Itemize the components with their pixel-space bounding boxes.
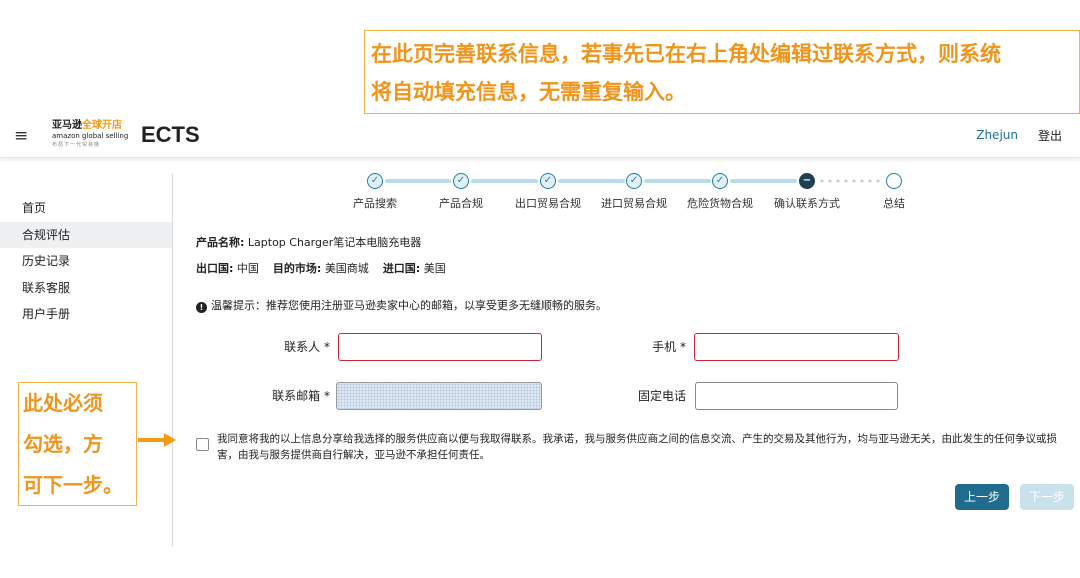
import-country-value: 美国 <box>423 262 446 275</box>
step-connector <box>730 179 797 183</box>
mobile-label: 手机 * <box>652 340 686 354</box>
step-label-export-compliance: 出口贸易合规 <box>515 197 581 210</box>
contact-name-label: 联系人 * <box>284 340 330 354</box>
annotation-left-line-2: 勾选，方 <box>23 432 103 456</box>
annotation-top: 在此页完善联系信息，若事先已在右上角处编辑过联系方式，则系统 将自动填充信息，无… <box>364 30 1080 114</box>
info-icon: ! <box>196 302 207 313</box>
step-label-product-search: 产品搜索 <box>353 197 397 210</box>
logo-brand-cn: 亚马逊 <box>52 120 82 131</box>
top-header: ≡ 亚马逊全球开店 amazon global selling 布局下一代贸易链… <box>0 114 1080 158</box>
step-pending-icon <box>886 173 902 189</box>
sidebar-item-manual[interactable]: 用户手册 <box>0 301 172 328</box>
step-done-icon: ✓ <box>540 173 556 189</box>
menu-icon[interactable]: ≡ <box>14 126 28 146</box>
logo-slogan: 布局下一代贸易链 <box>52 142 101 148</box>
target-market-label: 目的市场: <box>272 262 322 275</box>
step-done-icon: ✓ <box>712 173 728 189</box>
progress-stepper: ✓ ✓ ✓ ✓ ✓ − 产品搜索 产品合规 出口贸易合规 进口贸易合规 危险货物… <box>0 170 1080 214</box>
previous-step-button[interactable]: 上一步 <box>955 484 1009 510</box>
step-done-icon: ✓ <box>453 173 469 189</box>
step-connector <box>471 179 538 183</box>
sidebar-item-support[interactable]: 联系客服 <box>0 275 172 302</box>
export-country-value: 中国 <box>236 262 259 275</box>
tip-message: ! 温馨提示：推荐您使用注册亚马逊卖家中心的邮箱，以享受更多无缝顺畅的服务。 <box>196 297 607 313</box>
next-step-button[interactable]: 下一步 <box>1020 484 1074 510</box>
step-done-icon: ✓ <box>626 173 642 189</box>
target-market-value: 美国商城 <box>324 262 369 275</box>
step-current-icon: − <box>799 173 815 189</box>
step-connector <box>558 179 625 183</box>
annotation-left-line-3: 可下一步。 <box>23 473 123 497</box>
import-country-label: 进口国: <box>382 262 421 275</box>
step-label-import-compliance: 进口贸易合规 <box>601 197 667 210</box>
product-name-value: Laptop Charger笔记本电脑充电器 <box>247 236 422 249</box>
logout-link[interactable]: 登出 <box>1038 127 1062 144</box>
step-label-confirm-contact: 确认联系方式 <box>774 197 840 210</box>
annotation-arrow-shaft <box>138 438 166 442</box>
arrow-right-icon <box>164 433 176 447</box>
step-done-icon: ✓ <box>367 173 383 189</box>
product-name-row: 产品名称: Laptop Charger笔记本电脑充电器 <box>196 234 421 250</box>
product-name-label: 产品名称: <box>196 236 245 249</box>
step-connector <box>644 179 711 183</box>
agreement-checkbox[interactable] <box>196 438 209 451</box>
sidebar-item-history[interactable]: 历史记录 <box>0 248 172 275</box>
user-name-link[interactable]: Zhejun <box>976 128 1018 142</box>
sidebar-item-compliance[interactable]: 合规评估 <box>0 221 172 248</box>
step-label-product-compliance: 产品合规 <box>439 197 483 210</box>
logo-brand-accent: 全球开店 <box>82 120 122 131</box>
email-input[interactable] <box>336 382 542 410</box>
sidebar-nav: 首页 合规评估 历史记录 联系客服 用户手册 <box>0 195 172 328</box>
agreement-text: 我同意将我的以上信息分享给我选择的服务供应商以便与我取得联系。我承诺，我与服务供… <box>217 433 1057 461</box>
annotation-left: 此处必须 勾选，方 可下一步。 <box>18 382 137 506</box>
export-country-label: 出口国: <box>196 262 234 275</box>
step-connector <box>385 179 451 183</box>
amazon-global-selling-logo[interactable]: 亚马逊全球开店 amazon global selling 布局下一代贸易链 <box>52 120 129 152</box>
landline-input[interactable] <box>695 382 898 410</box>
logo-brand-en: amazon global selling <box>52 132 129 140</box>
trade-route-row: 出口国: 中国 目的市场: 美国商城 进口国: 美国 <box>196 260 446 276</box>
landline-label: 固定电话 <box>637 389 686 403</box>
mobile-input[interactable] <box>694 333 899 361</box>
step-connector-pending <box>818 179 884 183</box>
annotation-left-line-1: 此处必须 <box>23 391 103 415</box>
app-title: ECTS <box>141 122 200 147</box>
email-label: 联系邮箱 * <box>272 389 330 403</box>
step-label-summary: 总结 <box>883 197 905 210</box>
tip-text: 温馨提示：推荐您使用注册亚马逊卖家中心的邮箱，以享受更多无缝顺畅的服务。 <box>211 299 607 312</box>
step-label-dangerous-goods: 危险货物合规 <box>687 197 753 210</box>
contact-name-input[interactable] <box>338 333 542 361</box>
annotation-top-line-1: 在此页完善联系信息，若事先已在右上角处编辑过联系方式，则系统 <box>371 42 1001 66</box>
sidebar-divider <box>172 174 173 546</box>
annotation-top-line-2: 将自动填充信息，无需重复输入。 <box>371 80 686 104</box>
